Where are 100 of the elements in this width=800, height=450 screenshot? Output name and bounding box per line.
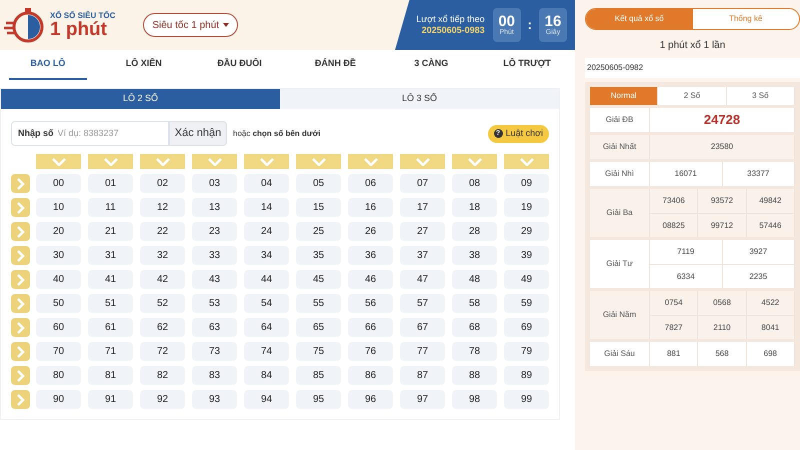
number-cell[interactable]: 10 — [36, 198, 81, 217]
number-cell[interactable]: 54 — [244, 294, 289, 313]
number-cell[interactable]: 00 — [36, 174, 81, 193]
view-tab[interactable]: 3 Số — [726, 87, 795, 105]
number-cell[interactable]: 79 — [504, 342, 549, 361]
number-cell[interactable]: 01 — [88, 174, 133, 193]
number-cell[interactable]: 88 — [452, 366, 497, 385]
number-cell[interactable]: 82 — [140, 366, 185, 385]
column-select-button[interactable] — [400, 154, 445, 169]
bet-tab[interactable]: 3 CÀNG — [392, 50, 471, 80]
number-cell[interactable]: 95 — [296, 390, 341, 409]
number-cell[interactable]: 45 — [296, 270, 341, 289]
number-cell[interactable]: 62 — [140, 318, 185, 337]
number-cell[interactable]: 20 — [36, 222, 81, 241]
number-cell[interactable]: 32 — [140, 246, 185, 265]
column-select-button[interactable] — [348, 154, 393, 169]
row-select-button[interactable] — [11, 174, 30, 193]
number-cell[interactable]: 70 — [36, 342, 81, 361]
number-cell[interactable]: 33 — [192, 246, 237, 265]
number-cell[interactable]: 73 — [192, 342, 237, 361]
number-cell[interactable]: 02 — [140, 174, 185, 193]
number-cell[interactable]: 58 — [452, 294, 497, 313]
number-cell[interactable]: 05 — [296, 174, 341, 193]
number-cell[interactable]: 81 — [88, 366, 133, 385]
number-cell[interactable]: 51 — [88, 294, 133, 313]
bet-tab[interactable]: BAO LÔ — [8, 50, 88, 80]
number-cell[interactable]: 07 — [400, 174, 445, 193]
number-cell[interactable]: 57 — [400, 294, 445, 313]
number-cell[interactable]: 49 — [504, 270, 549, 289]
mode-dropdown[interactable]: Siêu tốc 1 phút — [143, 13, 238, 37]
row-select-button[interactable] — [11, 342, 30, 361]
number-cell[interactable]: 18 — [452, 198, 497, 217]
number-input-box[interactable]: Nhập số Ví dụ: 8383237 — [11, 121, 169, 146]
row-select-button[interactable] — [11, 294, 30, 313]
number-cell[interactable]: 29 — [504, 222, 549, 241]
number-cell[interactable]: 31 — [88, 246, 133, 265]
number-input-field[interactable]: Ví dụ: 8383237 — [58, 126, 148, 140]
number-cell[interactable]: 17 — [400, 198, 445, 217]
sub-tab[interactable]: LÔ 2 SỐ — [1, 89, 280, 109]
number-cell[interactable]: 77 — [400, 342, 445, 361]
confirm-button[interactable]: Xác nhận — [169, 121, 227, 146]
number-cell[interactable]: 03 — [192, 174, 237, 193]
number-cell[interactable]: 12 — [140, 198, 185, 217]
number-cell[interactable]: 16 — [348, 198, 393, 217]
row-select-button[interactable] — [11, 390, 30, 409]
number-cell[interactable]: 42 — [140, 270, 185, 289]
draw-id-field[interactable]: 20250605-0982 — [585, 58, 800, 78]
number-cell[interactable]: 43 — [192, 270, 237, 289]
bet-tab[interactable]: LÔ XIÊN — [104, 50, 184, 80]
sub-tab[interactable]: LÔ 3 SỐ — [280, 89, 559, 109]
number-cell[interactable]: 38 — [452, 246, 497, 265]
number-cell[interactable]: 47 — [400, 270, 445, 289]
number-cell[interactable]: 50 — [36, 294, 81, 313]
row-select-button[interactable] — [11, 198, 30, 217]
column-select-button[interactable] — [88, 154, 133, 169]
number-cell[interactable]: 37 — [400, 246, 445, 265]
number-cell[interactable]: 36 — [348, 246, 393, 265]
number-cell[interactable]: 15 — [296, 198, 341, 217]
number-cell[interactable]: 26 — [348, 222, 393, 241]
column-select-button[interactable] — [296, 154, 341, 169]
number-cell[interactable]: 64 — [244, 318, 289, 337]
column-select-button[interactable] — [504, 154, 549, 169]
number-cell[interactable]: 25 — [296, 222, 341, 241]
number-cell[interactable]: 96 — [348, 390, 393, 409]
number-cell[interactable]: 87 — [400, 366, 445, 385]
number-cell[interactable]: 80 — [36, 366, 81, 385]
number-cell[interactable]: 19 — [504, 198, 549, 217]
view-tab[interactable]: 2 Số — [658, 87, 727, 105]
number-cell[interactable]: 39 — [504, 246, 549, 265]
number-cell[interactable]: 14 — [244, 198, 289, 217]
column-select-button[interactable] — [140, 154, 185, 169]
number-cell[interactable]: 34 — [244, 246, 289, 265]
number-cell[interactable]: 89 — [504, 366, 549, 385]
number-cell[interactable]: 69 — [504, 318, 549, 337]
number-cell[interactable]: 52 — [140, 294, 185, 313]
number-cell[interactable]: 84 — [244, 366, 289, 385]
number-cell[interactable]: 55 — [296, 294, 341, 313]
number-cell[interactable]: 68 — [452, 318, 497, 337]
bet-tab[interactable]: ĐẦU ĐUÔI — [200, 50, 279, 80]
number-cell[interactable]: 40 — [36, 270, 81, 289]
number-cell[interactable]: 23 — [192, 222, 237, 241]
number-cell[interactable]: 61 — [88, 318, 133, 337]
number-cell[interactable]: 91 — [88, 390, 133, 409]
number-cell[interactable]: 67 — [400, 318, 445, 337]
number-cell[interactable]: 93 — [192, 390, 237, 409]
number-cell[interactable]: 28 — [452, 222, 497, 241]
number-cell[interactable]: 78 — [452, 342, 497, 361]
column-select-button[interactable] — [452, 154, 497, 169]
number-cell[interactable]: 98 — [452, 390, 497, 409]
number-cell[interactable]: 99 — [504, 390, 549, 409]
number-cell[interactable]: 21 — [88, 222, 133, 241]
number-cell[interactable]: 85 — [296, 366, 341, 385]
number-cell[interactable]: 83 — [192, 366, 237, 385]
number-cell[interactable]: 44 — [244, 270, 289, 289]
number-cell[interactable]: 76 — [348, 342, 393, 361]
bet-tab[interactable]: ĐÁNH ĐỀ — [296, 50, 375, 80]
column-select-button[interactable] — [192, 154, 237, 169]
number-cell[interactable]: 46 — [348, 270, 393, 289]
number-cell[interactable]: 97 — [400, 390, 445, 409]
number-cell[interactable]: 41 — [88, 270, 133, 289]
